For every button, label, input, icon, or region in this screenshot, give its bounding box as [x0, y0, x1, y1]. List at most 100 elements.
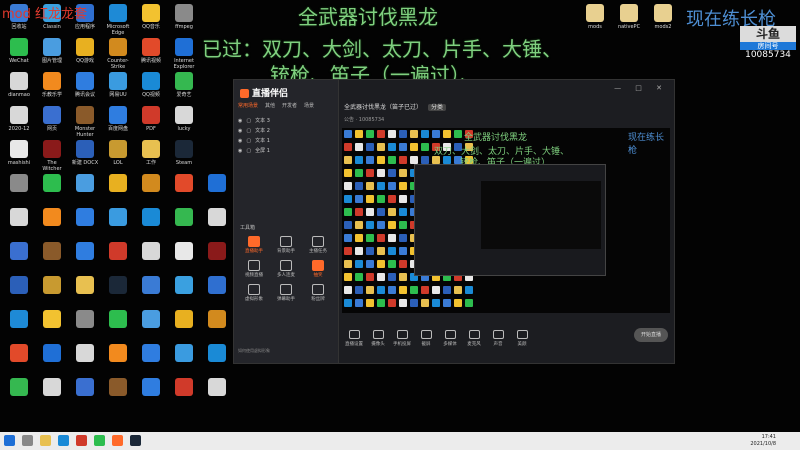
desktop-icon[interactable] — [4, 276, 34, 296]
scene-tab[interactable]: 常用场景 — [238, 102, 258, 109]
desktop-folder-icon[interactable]: mods — [580, 4, 610, 30]
wechat-taskbar-icon[interactable] — [94, 435, 105, 446]
desktop-icon[interactable]: Counter-Strike — [103, 38, 133, 70]
start-live-button[interactable]: 开始直播 — [634, 328, 668, 342]
edge-icon[interactable] — [58, 435, 69, 446]
eye-icon[interactable]: ◉ — [238, 146, 242, 156]
desktop-icon[interactable] — [4, 344, 34, 364]
desktop-icon[interactable]: dianmao — [4, 72, 34, 98]
desktop-icon[interactable] — [202, 276, 232, 296]
desktop-icon[interactable] — [169, 378, 199, 398]
desktop-icon[interactable] — [70, 276, 100, 296]
desktop-icon[interactable] — [202, 174, 232, 194]
desktop-icon[interactable] — [37, 344, 67, 364]
lock-icon[interactable]: ▢ — [246, 116, 251, 126]
desktop-icon[interactable] — [103, 242, 133, 262]
lock-icon[interactable]: ▢ — [246, 146, 251, 156]
virtual-avatar-banner[interactable]: 如何使用虚拟形象 — [238, 348, 334, 354]
desktop-icon[interactable] — [169, 242, 199, 262]
system-clock[interactable]: 17:41 2021/10/8 — [750, 434, 776, 448]
toolbox-item[interactable]: 虚拟形象 — [238, 284, 270, 304]
desktop-icon[interactable] — [103, 378, 133, 398]
desktop-icon[interactable] — [70, 378, 100, 398]
desktop-icon[interactable] — [4, 310, 34, 330]
desktop-icon[interactable]: 腾讯视频 — [136, 38, 166, 64]
desktop-icon[interactable] — [70, 310, 100, 330]
bottom-tool[interactable]: 摄像头 — [366, 329, 390, 347]
bottom-tool[interactable]: 多媒体 — [438, 329, 462, 347]
live-companion-taskbar-icon[interactable] — [112, 435, 123, 446]
desktop-icon[interactable] — [169, 310, 199, 330]
desktop-icon[interactable]: 百度网盘 — [103, 106, 133, 132]
scene-tab[interactable]: 场景 — [304, 102, 314, 109]
desktop-icon[interactable] — [37, 242, 67, 262]
desktop-icon[interactable]: The Witcher — [37, 140, 67, 172]
scene-tab[interactable]: 其他 — [265, 102, 275, 109]
desktop-icon[interactable]: 2020-12 — [4, 106, 34, 132]
bottom-tool[interactable]: 直播设置 — [342, 329, 366, 347]
eye-icon[interactable]: ◉ — [238, 126, 242, 136]
desktop-icon[interactable]: 腾讯会议 — [70, 72, 100, 98]
desktop-icon[interactable]: 工作 — [136, 140, 166, 166]
desktop-icon[interactable] — [4, 208, 34, 228]
desktop-icon[interactable]: QQ游戏 — [70, 38, 100, 64]
desktop-icon[interactable] — [70, 344, 100, 364]
eye-icon[interactable]: ◉ — [238, 136, 242, 146]
app-taskbar-icon[interactable] — [76, 435, 87, 446]
desktop-icon[interactable] — [136, 208, 166, 228]
bottom-tool[interactable]: 美颜 — [510, 329, 534, 347]
desktop-icon[interactable] — [202, 378, 232, 398]
lock-icon[interactable]: ▢ — [246, 126, 251, 136]
toolbox-item[interactable]: 抽奖 — [302, 260, 334, 280]
desktop-icon[interactable] — [70, 174, 100, 194]
window-controls[interactable]: — □ ✕ — [614, 84, 668, 92]
lock-icon[interactable]: ▢ — [246, 136, 251, 146]
source-item[interactable]: ◉ ▢ 文本 2 — [238, 126, 334, 136]
desktop-icon[interactable] — [202, 242, 232, 262]
eye-icon[interactable]: ◉ — [238, 116, 242, 126]
start-icon[interactable] — [4, 435, 15, 446]
desktop-icon[interactable]: 网页 — [37, 106, 67, 132]
desktop-icon[interactable]: 新建 DOCX — [70, 140, 100, 166]
bottom-tool[interactable]: 截屏 — [414, 329, 438, 347]
category-tag[interactable]: 分类 — [427, 104, 446, 111]
desktop-icon[interactable] — [103, 208, 133, 228]
desktop-icon[interactable]: WeChat — [4, 38, 34, 64]
desktop-icon[interactable]: 爱奇艺 — [169, 72, 199, 98]
desktop-icon[interactable] — [37, 310, 67, 330]
toolbox-item[interactable]: 视频直播 — [238, 260, 270, 280]
scene-tab[interactable]: 开发者 — [282, 102, 297, 109]
desktop-icon[interactable]: 乐教乐学 — [37, 72, 67, 98]
desktop-icon[interactable] — [37, 208, 67, 228]
desktop-icon[interactable]: ffmpeg — [169, 4, 199, 30]
bottom-tool[interactable]: 声音 — [486, 329, 510, 347]
desktop-folder-icon[interactable]: mods2 — [648, 4, 678, 30]
desktop-icon[interactable]: LOL — [103, 140, 133, 166]
toolbox-item[interactable]: 多人连麦 — [270, 260, 302, 280]
desktop-icon[interactable] — [202, 344, 232, 364]
desktop-folder-icon[interactable]: nativePC — [614, 4, 644, 30]
desktop-icon[interactable] — [136, 310, 166, 330]
steam-taskbar-icon[interactable] — [130, 435, 141, 446]
desktop-icon[interactable]: Steam — [169, 140, 199, 166]
toolbox-item[interactable]: 粉丝牌 — [302, 284, 334, 304]
desktop-icon[interactable] — [103, 276, 133, 296]
source-item[interactable]: ◉ ▢ 全屏 1 — [238, 146, 334, 156]
desktop-icon[interactable] — [4, 242, 34, 262]
search-icon[interactable] — [22, 435, 33, 446]
desktop-icon[interactable] — [4, 174, 34, 194]
desktop-icon[interactable]: Microsoft Edge — [103, 4, 133, 36]
source-item[interactable]: ◉ ▢ 文本 1 — [238, 136, 334, 146]
desktop-icon[interactable]: QQ音乐 — [136, 4, 166, 30]
desktop-icon[interactable] — [4, 378, 34, 398]
desktop-icon[interactable]: Monster Hunter — [70, 106, 100, 138]
desktop-icon[interactable] — [136, 242, 166, 262]
desktop-icon[interactable] — [103, 310, 133, 330]
desktop-icon[interactable] — [136, 174, 166, 194]
desktop-icon[interactable] — [103, 344, 133, 364]
source-item[interactable]: ◉ ▢ 文本 3 — [238, 116, 334, 126]
desktop-icon[interactable] — [37, 276, 67, 296]
desktop-icon[interactable]: PDF — [136, 106, 166, 132]
desktop-icon[interactable] — [136, 378, 166, 398]
desktop-icon[interactable]: 网易UU — [103, 72, 133, 98]
